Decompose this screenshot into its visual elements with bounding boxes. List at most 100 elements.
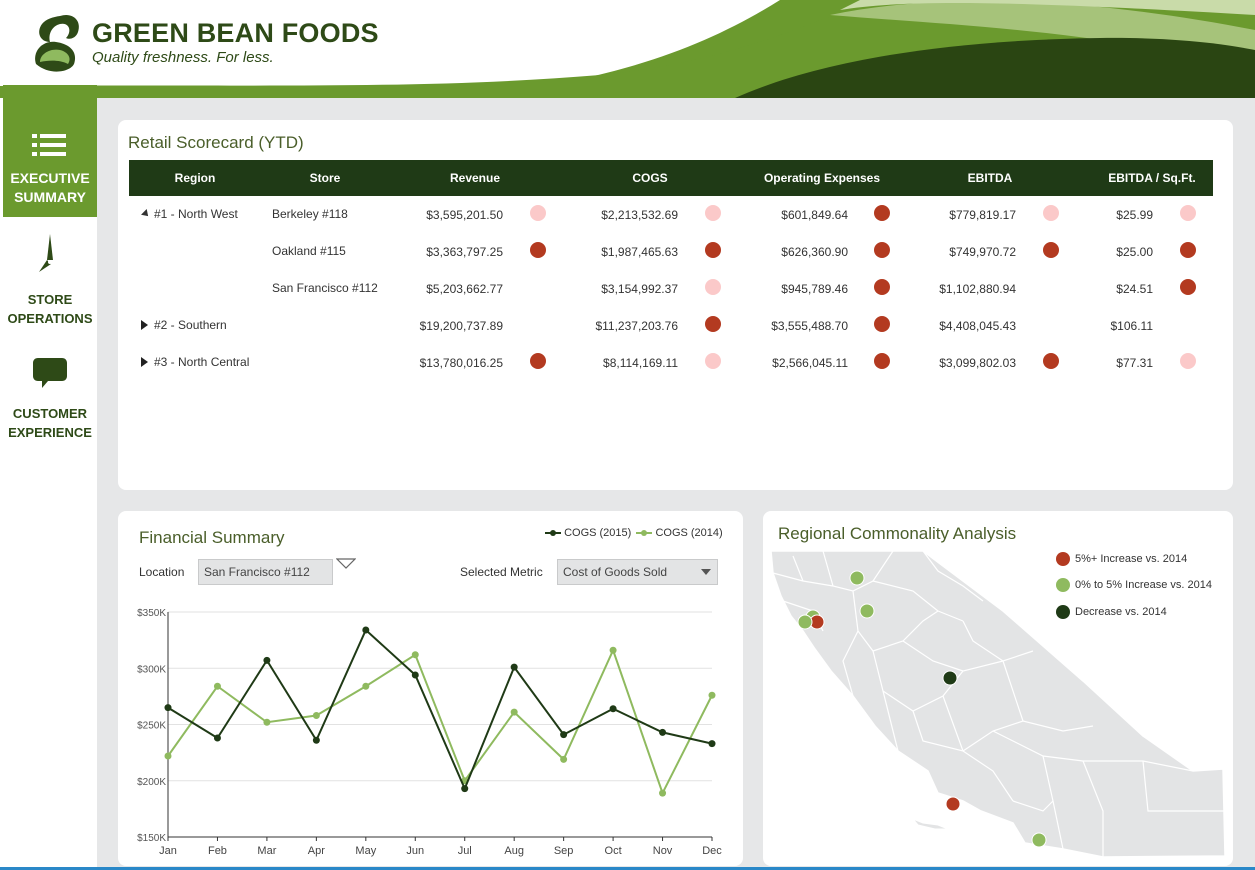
region-cell[interactable]: #1 - North West [154, 206, 238, 222]
status-indicator-red [874, 353, 890, 369]
data-point [659, 728, 667, 736]
status-indicator-pink [1180, 205, 1196, 221]
status-indicator-red [874, 316, 890, 332]
cogs-cell: $11,237,203.76 [595, 319, 678, 333]
ebitda-cell: $779,819.17 [949, 208, 1016, 222]
column-header-revenue[interactable]: Revenue [429, 160, 521, 196]
map-legend-label: Decrease vs. 2014 [1075, 606, 1167, 618]
sidebar-item-label: SUMMARY [14, 189, 86, 205]
legend-swatch-2014 [636, 530, 653, 537]
column-header-ebitda[interactable]: EBITDA [949, 160, 1031, 196]
data-point [708, 740, 716, 748]
map-legend-label: 5%+ Increase vs. 2014 [1075, 553, 1188, 565]
sidebar: EXECUTIVE SUMMARY STORE OPERATIONS CUSTO… [0, 85, 97, 870]
metric-label: Selected Metric [460, 565, 543, 579]
x-tick-label: Apr [308, 845, 325, 857]
map-store-marker[interactable] [849, 570, 865, 586]
region-cell[interactable]: #3 - North Central [154, 354, 249, 370]
data-point [659, 789, 667, 797]
column-header-region[interactable]: Region [147, 160, 243, 196]
sidebar-item-store-operations[interactable]: STORE OPERATIONS [3, 232, 97, 328]
ebitda-cell: $749,970.72 [949, 245, 1016, 259]
legend-swatch-2015 [545, 530, 561, 537]
y-tick-label: $350K [137, 608, 166, 619]
status-indicator-red [1043, 242, 1059, 258]
status-indicator-red [874, 279, 890, 295]
data-point [560, 755, 568, 763]
data-point [609, 705, 617, 713]
revenue-cell: $3,363,797.25 [426, 245, 503, 259]
status-indicator-red [874, 242, 890, 258]
location-select[interactable]: San Francisco #112 [198, 559, 333, 585]
financial-summary-title: Financial Summary [139, 528, 285, 547]
chart-legend: COGS (2015) COGS (2014) [545, 527, 723, 539]
y-tick-label: $150K [137, 833, 166, 844]
x-tick-label: Jan [159, 845, 177, 857]
x-tick-label: Jul [458, 845, 472, 857]
opex-cell: $3,555,488.70 [771, 319, 848, 333]
column-header-store[interactable]: Store [269, 160, 381, 196]
financial-line-chart: $150K $200K $250K $300K $350K Jan Feb Mar Apr May… [137, 608, 722, 857]
x-tick-label: Feb [208, 845, 227, 857]
data-point [213, 734, 221, 742]
x-tick-label: Sep [554, 845, 574, 857]
expand-toggle-icon[interactable] [141, 357, 148, 367]
status-indicator-pink [705, 279, 721, 295]
column-header-operating-expenses[interactable]: Operating Expenses [759, 160, 885, 196]
cogs-cell: $8,114,169.11 [603, 356, 678, 370]
location-label: Location [139, 565, 185, 579]
data-point [609, 646, 617, 654]
y-tick-label: $200K [137, 777, 166, 788]
revenue-cell: $19,200,737.89 [419, 319, 503, 333]
metric-select[interactable]: Cost of Goods Sold [557, 559, 718, 585]
data-point [362, 626, 370, 634]
data-point [708, 691, 716, 699]
sidebar-item-label: EXECUTIVE [10, 170, 90, 186]
data-point [362, 682, 370, 690]
column-header-ebitda-sqft[interactable]: EBITDA / Sq.Ft. [1097, 160, 1207, 196]
region-cell[interactable]: #2 - Southern [154, 317, 227, 333]
column-header-cogs[interactable]: COGS [609, 160, 691, 196]
revenue-cell: $5,203,662.77 [426, 282, 503, 296]
store-cell: Berkeley #118 [272, 207, 348, 221]
map-title: Regional Commonality Analysis [778, 524, 1017, 543]
sidebar-item-label: EXPERIENCE [8, 425, 92, 440]
status-indicator-pink [705, 205, 721, 221]
revenue-cell: $3,595,201.50 [426, 208, 503, 222]
brand-name: GREEN BEAN FOODS [92, 18, 379, 48]
legend-label-2015: COGS (2015) [564, 527, 632, 539]
map-store-marker[interactable] [1031, 832, 1047, 848]
map-store-marker[interactable] [859, 603, 875, 619]
status-indicator-red [1043, 353, 1059, 369]
x-tick-label: Mar [257, 845, 276, 857]
status-indicator-pink [705, 353, 721, 369]
sidebar-item-label: CUSTOMER [12, 406, 88, 421]
map-store-marker[interactable] [797, 614, 813, 630]
expand-toggle-icon[interactable] [141, 320, 148, 330]
sidebar-item-customer-experience[interactable]: CUSTOMER EXPERIENCE [3, 356, 97, 446]
map-legend-swatch [1056, 552, 1070, 566]
status-indicator-red [705, 242, 721, 258]
map-store-marker[interactable] [945, 796, 961, 812]
location-dropdown-icon[interactable] [336, 558, 356, 570]
map-legend-swatch [1056, 605, 1070, 619]
logo-icon [35, 14, 79, 72]
opex-cell: $626,360.90 [781, 245, 848, 259]
x-tick-label: Jun [406, 845, 424, 857]
data-point [164, 752, 172, 760]
store-cell: Oakland #115 [272, 244, 346, 258]
sidebar-item-executive-summary[interactable]: EXECUTIVE SUMMARY [3, 85, 97, 217]
status-indicator-red [1180, 279, 1196, 295]
ebitda-cell: $3,099,802.03 [939, 356, 1016, 370]
cogs-cell: $1,987,465.63 [601, 245, 678, 259]
app-header: GREEN BEAN FOODS Quality freshness. For … [0, 0, 1255, 98]
x-tick-label: Oct [605, 845, 622, 857]
compass-icon [39, 234, 53, 272]
status-indicator-pink [530, 205, 546, 221]
map-store-marker[interactable] [942, 670, 958, 686]
opex-cell: $2,566,045.11 [772, 356, 848, 370]
data-point [312, 736, 320, 744]
data-point [411, 671, 419, 679]
cogs-cell: $3,154,992.37 [601, 282, 678, 296]
data-point [510, 708, 518, 716]
